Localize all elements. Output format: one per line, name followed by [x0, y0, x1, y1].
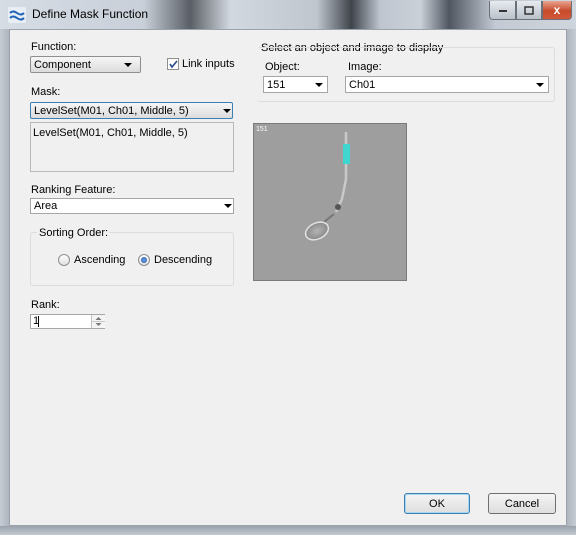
- checkmark-icon: [169, 60, 178, 69]
- mask-select[interactable]: LevelSet(M01, Ch01, Middle, 5): [30, 102, 233, 119]
- chevron-down-icon: [124, 63, 132, 67]
- maximize-button[interactable]: [516, 1, 542, 20]
- object-id-overlay: 151: [256, 126, 268, 133]
- window-frame-bottom: [0, 526, 576, 535]
- mask-definition-box: LevelSet(M01, Ch01, Middle, 5): [30, 122, 234, 172]
- ok-label: OK: [429, 497, 445, 510]
- close-button[interactable]: x: [542, 1, 572, 20]
- mask-definition-text: LevelSet(M01, Ch01, Middle, 5): [33, 127, 188, 139]
- maximize-icon: [524, 5, 534, 15]
- function-value: Component: [34, 59, 91, 71]
- cancel-button[interactable]: Cancel: [488, 493, 556, 514]
- rank-stepper[interactable]: 1: [30, 314, 105, 329]
- chevron-down-icon: [315, 83, 323, 87]
- chevron-down-icon: [224, 204, 232, 208]
- function-select[interactable]: Component: [30, 56, 141, 73]
- stepper-buttons[interactable]: [91, 315, 105, 328]
- mask-value: LevelSet(M01, Ch01, Middle, 5): [34, 105, 189, 117]
- minimize-button[interactable]: [489, 1, 516, 20]
- cancel-label: Cancel: [504, 497, 540, 510]
- up-down-arrows-icon: [92, 317, 105, 326]
- ranking-feature-label: Ranking Feature:: [31, 184, 116, 196]
- chevron-down-icon: [536, 83, 544, 87]
- descending-label: Descending: [154, 254, 213, 266]
- mask-label: Mask:: [31, 86, 61, 98]
- ascending-label: Ascending: [74, 254, 126, 266]
- text-cursor: [38, 316, 39, 327]
- link-inputs-checkbox[interactable]: [167, 58, 179, 70]
- close-icon: x: [553, 3, 561, 17]
- image-select[interactable]: Ch01: [345, 76, 549, 93]
- object-label: Object:: [265, 61, 300, 73]
- wave-icon: [8, 7, 26, 23]
- ranking-feature-select[interactable]: Area: [30, 198, 234, 214]
- sorting-order-label: Sorting Order:: [37, 227, 111, 239]
- descending-radio[interactable]: [138, 254, 150, 266]
- radio-selected-dot: [141, 257, 147, 263]
- minimize-icon: [498, 10, 507, 12]
- rank-label: Rank:: [31, 299, 60, 311]
- ascending-radio[interactable]: [58, 254, 70, 266]
- image-label: Image:: [348, 61, 382, 73]
- image-value: Ch01: [349, 79, 376, 91]
- window-title: Define Mask Function: [32, 7, 149, 21]
- object-select[interactable]: 151: [263, 76, 328, 93]
- object-value: 151: [267, 79, 286, 91]
- object-preview-image: 151: [253, 123, 407, 281]
- function-label: Function:: [31, 41, 77, 53]
- window-frame-right: [567, 29, 576, 535]
- ok-button[interactable]: OK: [404, 493, 470, 514]
- display-group: [257, 47, 555, 102]
- window-frame-left: [0, 29, 9, 535]
- chevron-down-icon: [223, 109, 231, 113]
- cell-image: [254, 124, 406, 280]
- ranking-feature-value: Area: [34, 200, 58, 212]
- link-inputs-label: Link inputs: [182, 58, 235, 70]
